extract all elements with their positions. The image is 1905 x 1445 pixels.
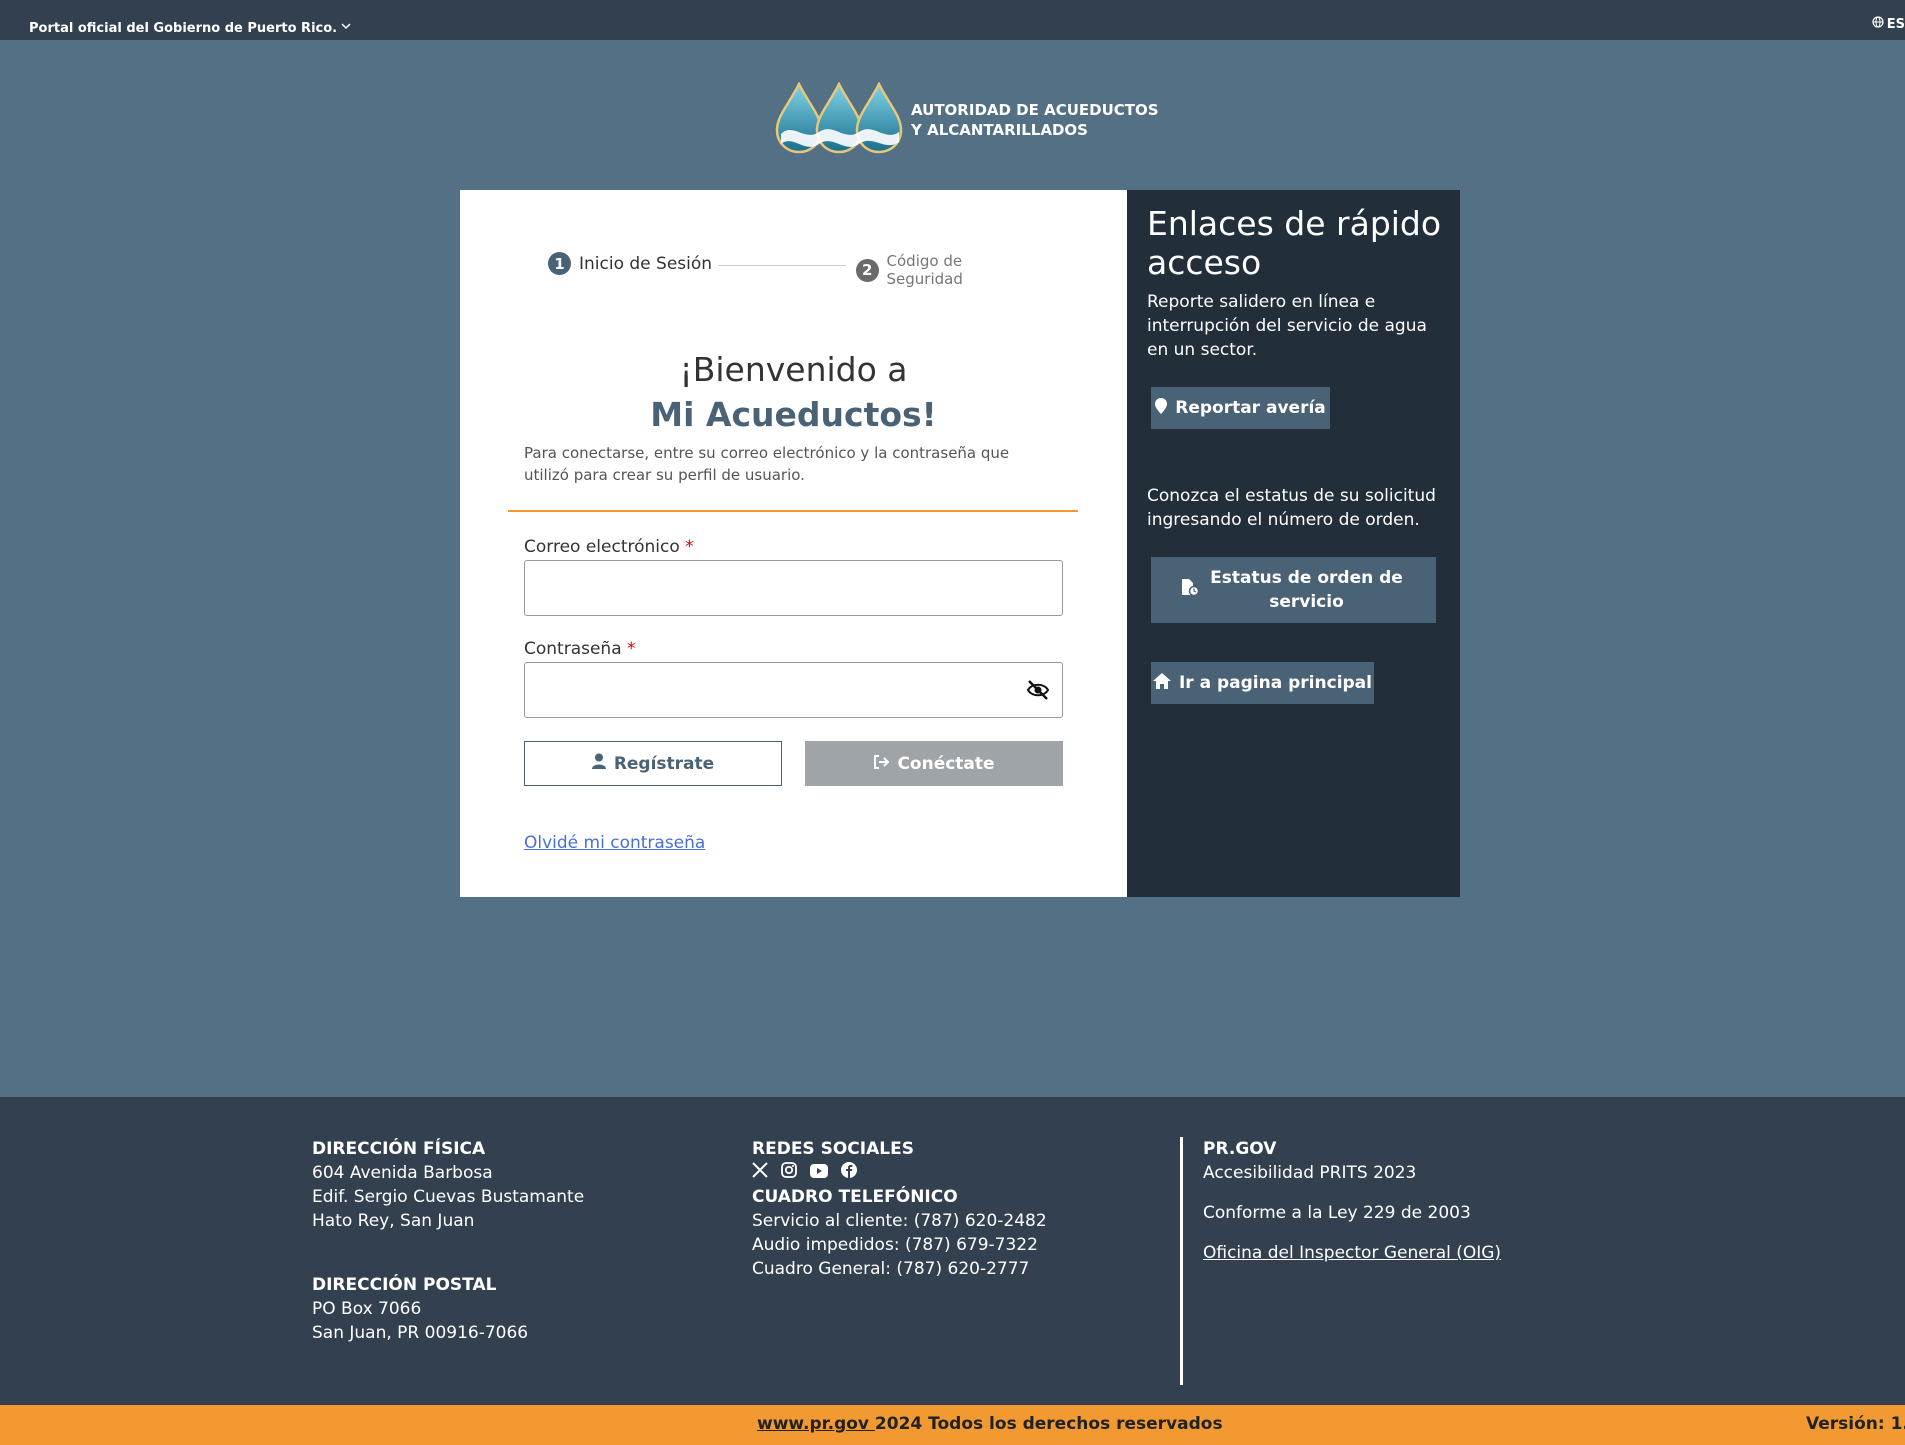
site-footer: DIRECCIÓN FÍSICA 604 Avenida Barbosa Edi… bbox=[0, 1097, 1905, 1405]
footer-divider bbox=[1180, 1137, 1183, 1385]
globe-icon bbox=[1872, 16, 1884, 32]
postal-address-line: San Juan, PR 00916-7066 bbox=[312, 1323, 529, 1343]
step-security-code: 2 Código de Seguridad bbox=[856, 252, 1040, 288]
postal-address-title: DIRECCIÓN POSTAL bbox=[312, 1275, 497, 1295]
footer-prgov-column: PR.GOV Accesibilidad PRITS 2023 Conforme… bbox=[1203, 1137, 1501, 1265]
prgov-title: PR.GOV bbox=[1203, 1139, 1277, 1159]
social-links bbox=[752, 1161, 1047, 1185]
login-stepper: 1 Inicio de Sesión 2 Código de Seguridad bbox=[548, 252, 1040, 288]
quick-links-panel: Enlaces de rápido acceso Reporte salider… bbox=[1127, 190, 1460, 897]
chevron-down-icon bbox=[340, 20, 352, 36]
email-label-text: Correo electrónico bbox=[524, 537, 680, 557]
file-clock-icon bbox=[1181, 578, 1200, 603]
section-divider bbox=[508, 510, 1078, 512]
step-label: Inicio de Sesión bbox=[579, 253, 713, 274]
quick-links-title: Enlaces de rápido acceso bbox=[1147, 204, 1442, 282]
facebook-icon[interactable] bbox=[841, 1161, 857, 1185]
email-field[interactable] bbox=[524, 560, 1063, 616]
register-button-label: Regístrate bbox=[613, 753, 715, 774]
physical-address-line: Hato Rey, San Juan bbox=[312, 1211, 475, 1231]
home-icon bbox=[1152, 672, 1171, 694]
physical-address-title: DIRECCIÓN FÍSICA bbox=[312, 1139, 486, 1159]
x-twitter-icon[interactable] bbox=[752, 1161, 768, 1185]
government-banner-toggle[interactable]: Portal oficial del Gobierno de Puerto Ri… bbox=[29, 20, 352, 36]
accessibility-text: Accesibilidad PRITS 2023 bbox=[1203, 1163, 1417, 1183]
service-order-status-button[interactable]: Estatus de orden de servicio bbox=[1151, 557, 1436, 623]
language-label: ES bbox=[1886, 16, 1905, 32]
login-instructions: Para conectarse, entre su correo electró… bbox=[524, 444, 1010, 484]
password-label-text: Contraseña bbox=[524, 639, 622, 659]
phone-line: Servicio al cliente: (787) 620-2482 bbox=[752, 1211, 1047, 1231]
social-media-title: REDES SOCIALES bbox=[752, 1139, 914, 1159]
instagram-icon[interactable] bbox=[781, 1161, 797, 1185]
password-field[interactable] bbox=[524, 662, 1063, 718]
logo-title: AUTORIDAD DE ACUEDUCTOS Y ALCANTARILLADO… bbox=[911, 100, 1159, 140]
physical-address-line: Edif. Sergio Cuevas Bustamante bbox=[312, 1187, 585, 1207]
register-button[interactable]: Regístrate bbox=[524, 741, 782, 786]
service-order-status-label: Estatus de orden de servicio bbox=[1210, 568, 1403, 612]
home-page-button[interactable]: Ir a pagina principal bbox=[1151, 662, 1374, 704]
connect-button[interactable]: Conéctate bbox=[805, 741, 1063, 786]
phone-line: Cuadro General: (787) 620-2777 bbox=[752, 1259, 1030, 1279]
forgot-password-link[interactable]: Olvidé mi contraseña bbox=[524, 833, 705, 853]
water-drops-logo-icon bbox=[775, 81, 903, 158]
inspector-general-link[interactable]: Oficina del Inspector General (OIG) bbox=[1203, 1241, 1501, 1265]
eye-slash-icon[interactable] bbox=[1026, 679, 1050, 705]
step-number: 2 bbox=[856, 258, 879, 282]
youtube-icon[interactable] bbox=[810, 1161, 828, 1185]
step-connector bbox=[718, 265, 846, 266]
phone-directory-title: CUADRO TELEFÓNICO bbox=[752, 1187, 958, 1207]
password-label: Contraseña * bbox=[524, 639, 636, 659]
copyright-text: www.pr.gov 2024 Todos los derechos reser… bbox=[757, 1414, 1223, 1434]
logo-line-2: Y ALCANTARILLADOS bbox=[911, 121, 1088, 139]
required-mark: * bbox=[627, 639, 636, 659]
report-outage-button[interactable]: Reportar avería bbox=[1151, 387, 1330, 429]
step-login: 1 Inicio de Sesión bbox=[548, 252, 712, 275]
phone-line: Audio impedidos: (787) 679-7322 bbox=[752, 1235, 1038, 1255]
prgov-link[interactable]: www.pr.gov bbox=[757, 1414, 875, 1434]
copyright-bar: www.pr.gov 2024 Todos los derechos reser… bbox=[0, 1405, 1905, 1445]
welcome-app-name: Mi Acueductos! bbox=[650, 395, 937, 434]
step-number: 1 bbox=[548, 252, 571, 275]
sign-in-icon bbox=[873, 754, 890, 774]
postal-address-line: PO Box 7066 bbox=[312, 1299, 422, 1319]
map-pin-icon bbox=[1155, 397, 1168, 419]
report-outage-label: Reportar avería bbox=[1175, 398, 1326, 418]
connect-button-label: Conéctate bbox=[897, 753, 995, 774]
rights-text: 2024 Todos los derechos reservados bbox=[874, 1414, 1223, 1434]
government-banner-label: Portal oficial del Gobierno de Puerto Ri… bbox=[29, 20, 338, 36]
home-page-label: Ir a pagina principal bbox=[1178, 673, 1372, 693]
footer-contact-column: REDES SOCIALES CUADRO TELEFÓNICO Servici… bbox=[752, 1137, 1047, 1281]
footer-address-column: DIRECCIÓN FÍSICA 604 Avenida Barbosa Edi… bbox=[312, 1137, 584, 1345]
step-label: Código de Seguridad bbox=[886, 252, 963, 288]
login-card: 1 Inicio de Sesión 2 Código de Seguridad… bbox=[460, 190, 1127, 897]
user-icon bbox=[591, 753, 606, 774]
welcome-heading: ¡Bienvenido a bbox=[679, 350, 908, 389]
logo-line-1: AUTORIDAD DE ACUEDUCTOS bbox=[911, 101, 1159, 119]
report-description: Reporte salidero en línea e interrupción… bbox=[1147, 292, 1427, 360]
language-selector[interactable]: ES bbox=[1872, 16, 1905, 32]
version-text: Versión: 1.1.0 bbox=[1806, 1414, 1905, 1434]
aaa-logo: AUTORIDAD DE ACUEDUCTOS Y ALCANTARILLADO… bbox=[775, 81, 1159, 158]
law-compliance-text: Conforme a la Ley 229 de 2003 bbox=[1203, 1203, 1471, 1223]
email-label: Correo electrónico * bbox=[524, 537, 694, 557]
status-description: Conozca el estatus de su solicitud ingre… bbox=[1147, 486, 1436, 530]
physical-address-line: 604 Avenida Barbosa bbox=[312, 1163, 493, 1183]
required-mark: * bbox=[685, 537, 694, 557]
government-topbar: Portal oficial del Gobierno de Puerto Ri… bbox=[0, 0, 1905, 40]
